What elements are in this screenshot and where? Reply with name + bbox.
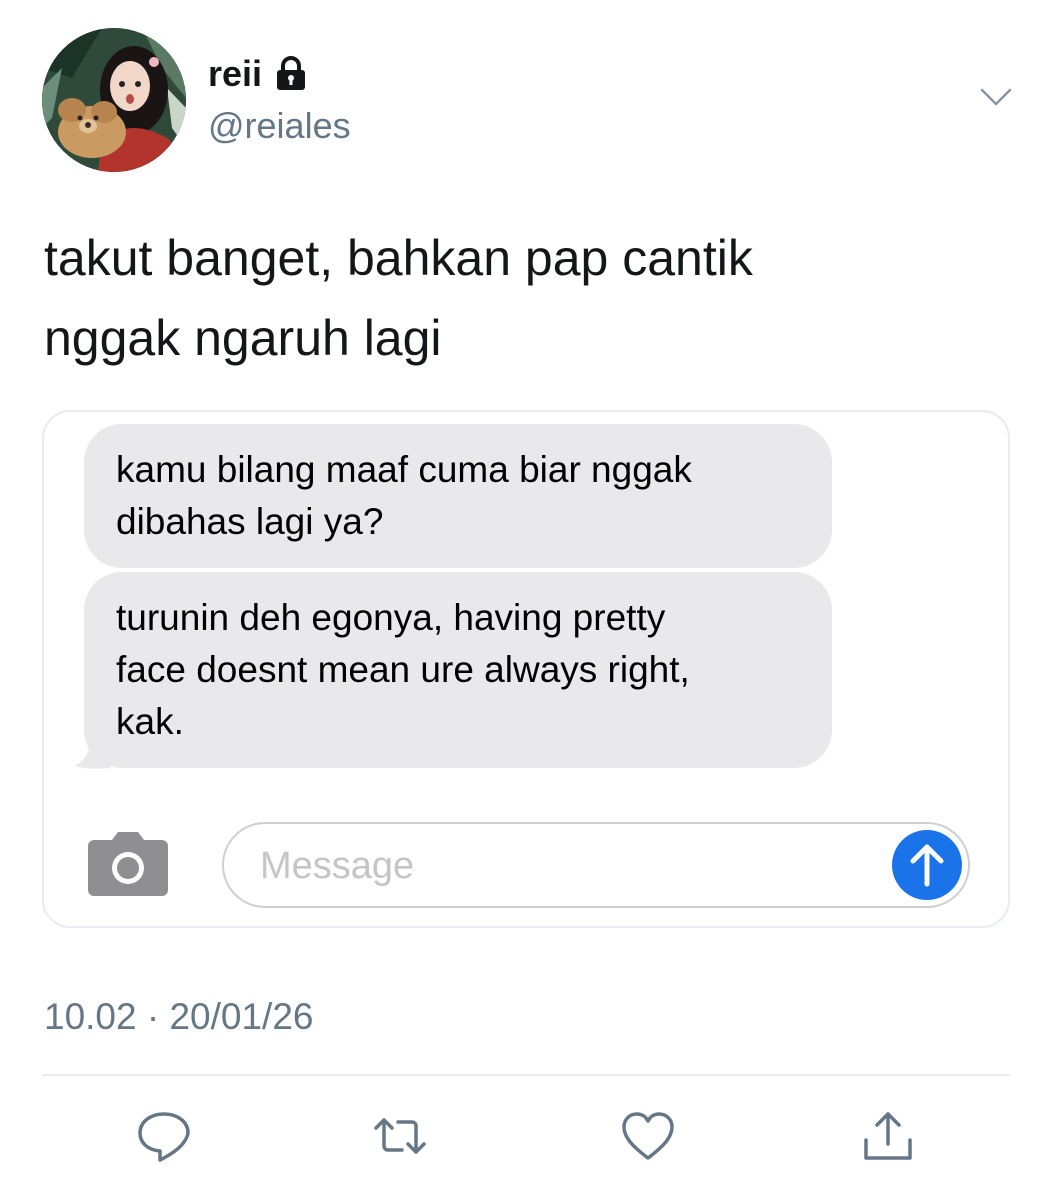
message-bubble: kamu bilang maaf cuma biar nggak dibahas… [84, 424, 832, 568]
attached-screenshot[interactable]: kamu bilang maaf cuma biar nggak dibahas… [42, 410, 1010, 928]
send-arrow-icon [892, 830, 962, 900]
message-bubble: turunin deh egonya, having pretty face d… [84, 572, 832, 768]
username-handle[interactable]: @reiales [208, 104, 351, 148]
retweet-button[interactable] [372, 1108, 428, 1164]
bubble-tail [74, 730, 110, 769]
avatar[interactable] [42, 28, 186, 172]
display-name[interactable]: reii [208, 54, 262, 94]
avatar-image [42, 28, 186, 172]
lock-icon [277, 56, 306, 90]
tweet-timestamp[interactable]: 10.02 · 20/01/26 [44, 994, 314, 1040]
chevron-down-icon[interactable] [978, 86, 1014, 110]
message-input: Message [222, 822, 970, 908]
heart-icon [622, 1112, 674, 1160]
share-button[interactable] [860, 1108, 916, 1164]
share-icon [864, 1112, 912, 1160]
author-name-row[interactable]: reii [208, 54, 308, 94]
message-placeholder: Message [260, 845, 415, 887]
divider [42, 1074, 1010, 1076]
tweet-text: takut banget, bahkan pap cantik nggak ng… [44, 230, 753, 366]
reply-button[interactable] [136, 1108, 192, 1164]
like-button[interactable] [620, 1108, 676, 1164]
tweet-container: reii @reiales takut banget, bahkan pap c… [0, 0, 1054, 1200]
reply-icon [138, 1112, 190, 1162]
camera-icon [88, 832, 168, 896]
retweet-icon [374, 1118, 426, 1154]
